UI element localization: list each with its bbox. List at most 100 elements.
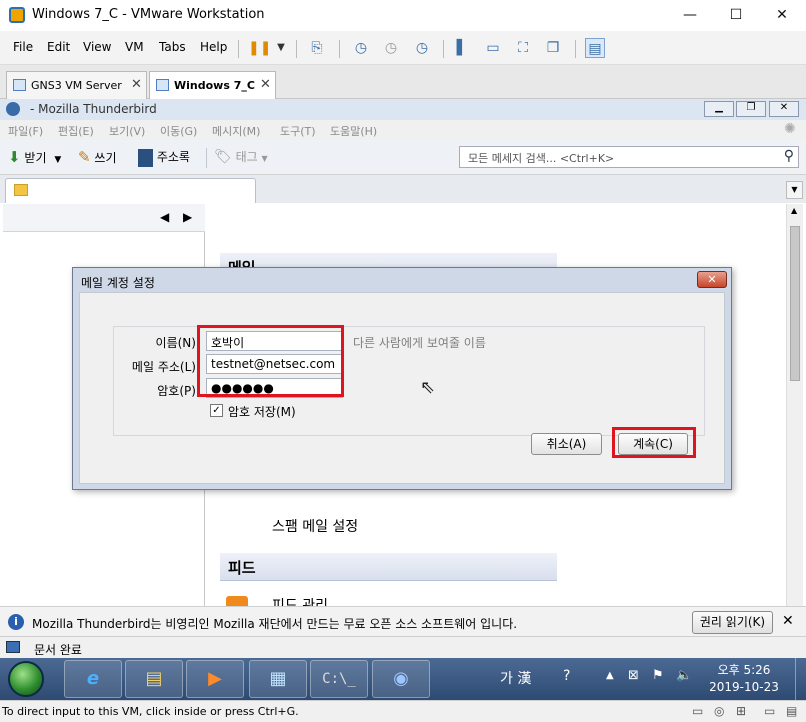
- command-prompt-icon[interactable]: C:\_: [310, 660, 368, 698]
- section-feed-header: 피드: [220, 553, 557, 581]
- get-mail-button[interactable]: ⬇ 받기 ▼: [8, 148, 61, 166]
- message-log-icon[interactable]: ▤: [786, 704, 797, 718]
- console-view-icon[interactable]: ▤: [585, 38, 605, 58]
- network-adapter-icon[interactable]: ⊞: [736, 704, 746, 718]
- toolbar-separator: [296, 40, 297, 58]
- arrow-up-icon[interactable]: ▲: [791, 206, 797, 215]
- address-book-button[interactable]: 주소록: [138, 148, 190, 167]
- vmware-menubar: File Edit View VM Tabs Help ❚❚ ▼ ⎘ ◷ ◷ ◷…: [0, 31, 806, 65]
- menu-vm[interactable]: VM: [125, 40, 144, 54]
- folder-pane-header: ◀ ▶: [3, 204, 205, 232]
- content-scrollbar[interactable]: ▲: [786, 204, 803, 606]
- pause-icon[interactable]: ❚❚: [248, 38, 271, 58]
- close-button[interactable]: ✕: [767, 4, 797, 26]
- vm-icon: [13, 79, 26, 91]
- network-icon[interactable]: ⊠: [628, 668, 639, 683]
- chevron-down-icon[interactable]: ▼: [271, 38, 291, 58]
- close-icon[interactable]: ✕: [260, 77, 271, 92]
- menu-help[interactable]: Help: [200, 40, 227, 54]
- arrow-right-icon[interactable]: ▶: [183, 210, 192, 224]
- file-explorer-icon[interactable]: ▤: [125, 660, 183, 698]
- taskbar-clock[interactable]: 오후 5:26 2019-10-23: [704, 662, 784, 696]
- revert-snapshot-icon[interactable]: ◷: [381, 38, 401, 58]
- password-label: 암호(P):: [157, 384, 200, 398]
- tab-gns3-vm-server[interactable]: GNS3 VM Server ✕: [6, 71, 147, 99]
- know-rights-button[interactable]: 권리 읽기(K): [692, 611, 773, 634]
- feed-manage-link[interactable]: 피드 관리: [272, 595, 328, 606]
- tab-list-button[interactable]: ▼: [786, 181, 803, 199]
- show-desktop-button[interactable]: [795, 658, 806, 700]
- menu-message[interactable]: 메시지(M): [212, 123, 260, 139]
- chevron-up-icon[interactable]: ▲: [606, 670, 614, 681]
- unity-icon[interactable]: ❐: [543, 38, 563, 58]
- scrollbar-thumb[interactable]: [790, 226, 800, 381]
- write-button[interactable]: ✎ 쓰기: [78, 148, 117, 166]
- spam-settings-link[interactable]: 스팸 메일 설정: [272, 516, 358, 536]
- start-button[interactable]: [8, 661, 44, 697]
- menu-edit[interactable]: Edit: [47, 40, 70, 54]
- chevron-down-icon[interactable]: ▼: [54, 155, 61, 165]
- folder-icon: [14, 184, 28, 196]
- send-ctrl-alt-del-icon[interactable]: ⎘: [307, 38, 327, 58]
- menu-tabs[interactable]: Tabs: [159, 40, 186, 54]
- highlight-box-continue: [612, 427, 696, 458]
- menu-edit[interactable]: 편집(E): [58, 123, 94, 139]
- restore-button[interactable]: ❐: [736, 101, 766, 117]
- folder-tab[interactable]: [5, 178, 256, 203]
- media-player-icon[interactable]: ▶: [186, 660, 244, 698]
- toolbar-separator: [339, 40, 340, 58]
- menu-file[interactable]: 파일(F): [8, 123, 43, 139]
- full-screen-icon[interactable]: ⛶: [513, 38, 533, 58]
- thunderbird-window-title: - Mozilla Thunderbird: [30, 102, 157, 116]
- dialog-close-button[interactable]: ✕: [697, 271, 727, 288]
- snapshot-manager-icon[interactable]: ◷: [412, 38, 432, 58]
- action-center-icon[interactable]: ⚑: [652, 668, 664, 683]
- help-icon[interactable]: ?: [563, 668, 570, 684]
- mail-account-setup-dialog: 메일 계정 설정 ✕ 이름(N): 호박이 다른 사람에게 보여줄 이름 메일 …: [72, 267, 732, 490]
- email-label: 메일 주소(L):: [131, 360, 200, 374]
- menu-tools[interactable]: 도구(T): [280, 123, 316, 139]
- snapshot-icon[interactable]: ◷: [351, 38, 371, 58]
- hard-disk-icon[interactable]: ▭: [692, 704, 703, 718]
- close-icon[interactable]: ✕: [782, 613, 794, 629]
- menu-view[interactable]: View: [83, 40, 111, 54]
- arrow-left-icon[interactable]: ◀: [160, 210, 169, 224]
- search-placeholder: 모든 메세지 검색... <Ctrl+K>: [468, 152, 615, 165]
- cd-drive-icon[interactable]: ◎: [714, 704, 724, 718]
- rss-icon: [226, 596, 248, 606]
- thumbnail-bar-icon[interactable]: ▭: [483, 38, 503, 58]
- download-icon: ⬇: [8, 148, 21, 166]
- menu-go[interactable]: 이동(G): [160, 123, 197, 139]
- remember-password-label[interactable]: 암호 저장(M): [228, 403, 296, 420]
- tag-label: 태그: [235, 150, 258, 164]
- search-icon[interactable]: ⚲: [784, 148, 794, 164]
- thunderbird-taskbar-icon[interactable]: ◉: [372, 660, 430, 698]
- control-panel-icon[interactable]: ▦: [249, 660, 307, 698]
- internet-explorer-icon[interactable]: e: [64, 660, 122, 698]
- tag-button[interactable]: 🏷 태그 ▼: [214, 148, 268, 165]
- get-mail-label: 받기: [24, 151, 47, 165]
- minimize-button[interactable]: ▁: [704, 101, 734, 117]
- ime-indicator[interactable]: 가 漢: [500, 668, 531, 688]
- highlight-box-fields: [197, 325, 344, 397]
- throbber-icon: ✺: [784, 121, 796, 137]
- menu-file[interactable]: File: [13, 40, 33, 54]
- name-hint: 다른 사람에게 보여줄 이름: [353, 336, 486, 350]
- mouse-cursor-icon: ⇖: [420, 377, 436, 398]
- tab-windows-7-c[interactable]: Windows 7_C ✕: [149, 71, 276, 99]
- usb-icon[interactable]: ▭: [764, 704, 775, 718]
- cancel-button[interactable]: 취소(A): [531, 433, 602, 455]
- online-status-icon[interactable]: [6, 641, 20, 653]
- close-icon[interactable]: ✕: [131, 77, 142, 92]
- remember-password-checkbox[interactable]: ✓: [210, 404, 223, 417]
- maximize-button[interactable]: ☐: [721, 4, 751, 26]
- volume-icon[interactable]: 🔈: [676, 668, 692, 683]
- minimize-button[interactable]: —: [675, 4, 705, 26]
- vmware-app-icon: [9, 7, 25, 23]
- search-input[interactable]: 모든 메세지 검색... <Ctrl+K> ⚲: [459, 146, 799, 168]
- close-button[interactable]: ✕: [769, 101, 799, 117]
- menu-view[interactable]: 보기(V): [109, 123, 145, 139]
- show-library-icon[interactable]: ▌: [452, 38, 472, 58]
- menu-help[interactable]: 도움말(H): [330, 123, 377, 139]
- thunderbird-titlebar: - Mozilla Thunderbird ▁ ❐ ✕: [0, 99, 806, 120]
